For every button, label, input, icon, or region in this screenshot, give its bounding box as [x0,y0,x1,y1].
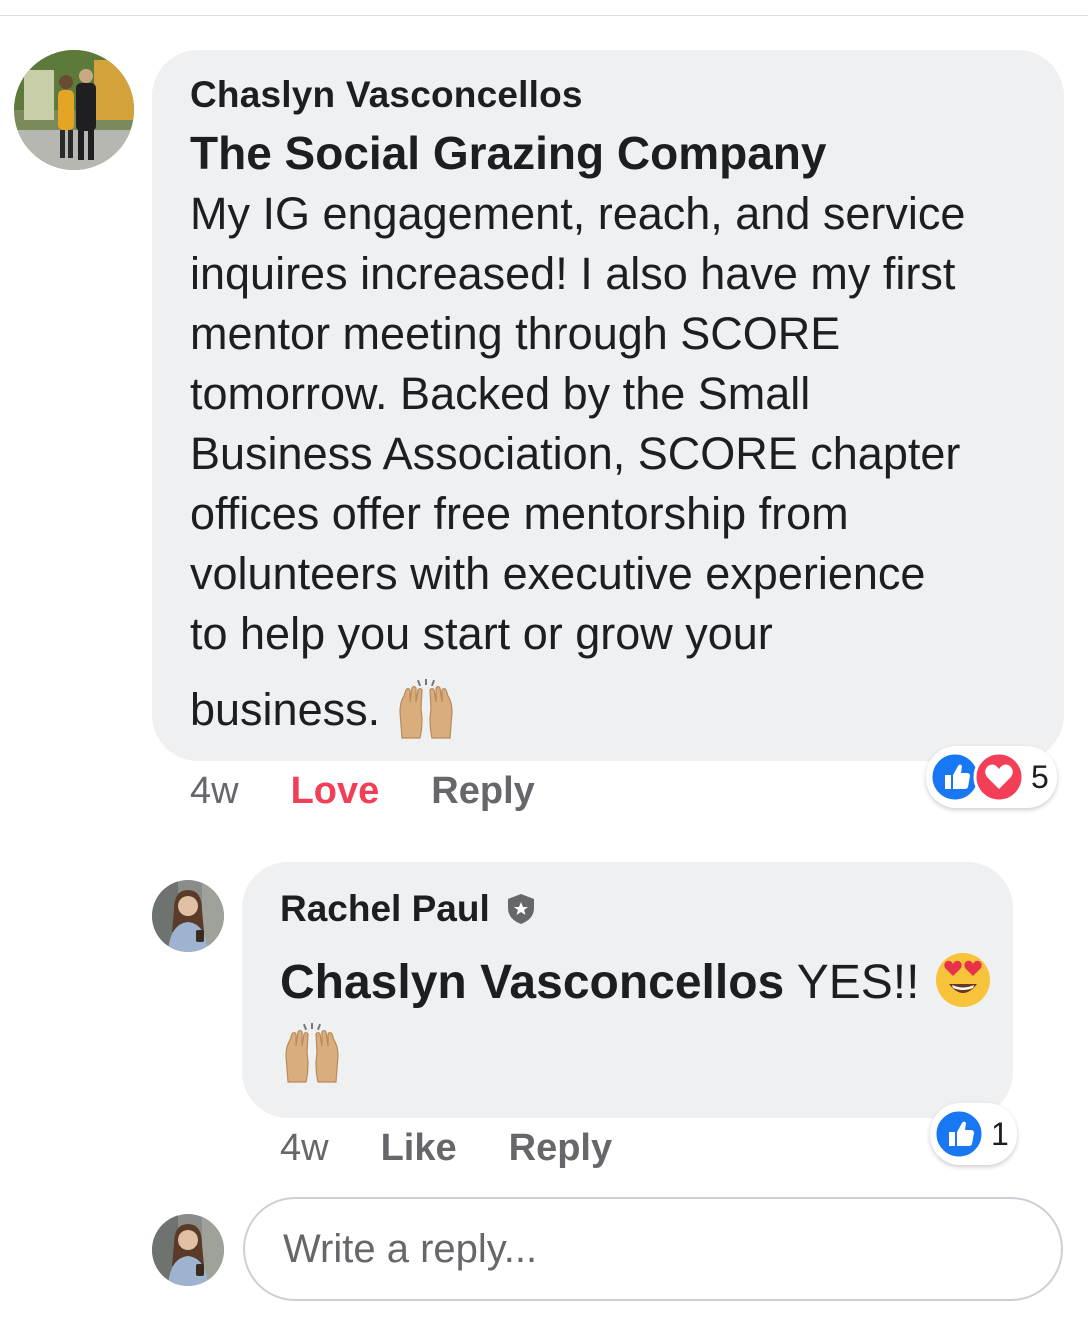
love-button[interactable]: Love [291,770,380,813]
reply-author-row: Rachel Paul [280,888,538,930]
comment-body: My IG engagement, reach, and service inq… [190,184,1050,742]
reply-button[interactable]: Reply [431,770,534,813]
reply-input[interactable] [281,1225,987,1273]
tagged-page[interactable]: The Social Grazing Company [190,126,826,180]
comment-line: mentor meeting through SCORE [190,308,841,359]
like-icon [933,1108,985,1160]
comment-line: volunteers with executive experience [190,548,926,599]
reaction-count: 5 [1031,758,1049,795]
comment-line: inquires increased! I also have my first [190,248,956,299]
comment-line: Business Association, SCORE chapter [190,428,961,479]
comment-line: offices offer free mentorship from [190,488,849,539]
reply-composer[interactable] [243,1197,1063,1301]
comment-line: tomorrow. Backed by the Small [190,368,811,419]
mention-link[interactable]: Chaslyn Vasconcellos [280,956,784,1009]
reply-time[interactable]: 4w [280,1127,329,1170]
top-divider [0,15,1088,16]
raising-hands-icon [280,1022,344,1086]
avatar-chaslyn[interactable] [14,50,134,170]
reply-author[interactable]: Rachel Paul [280,888,490,930]
heart-eyes-icon [933,950,993,1010]
comment-line: to help you start or grow your [190,608,773,659]
shield-star-icon [507,894,534,924]
comment-line: My IG engagement, reach, and service [190,188,966,239]
like-button[interactable]: Like [381,1127,457,1170]
comment-line: business. [190,684,381,735]
reply-button[interactable]: Reply [509,1127,612,1170]
reply-actions: 4w Like Reply [280,1127,612,1170]
reply-body: Chaslyn Vasconcellos YES!! [280,950,1000,1104]
reply-text: YES!! [784,956,920,1009]
avatar-rachel[interactable] [152,880,224,952]
comment-author[interactable]: Chaslyn Vasconcellos [190,74,583,116]
reaction-summary[interactable]: 5 [926,746,1057,808]
comment-time[interactable]: 4w [190,770,239,813]
raising-hands-icon [394,678,458,742]
reaction-count: 1 [991,1115,1009,1152]
reaction-summary[interactable]: 1 [930,1103,1017,1165]
avatar-current-user[interactable] [152,1214,224,1286]
comment-actions: 4w Love Reply [190,770,535,813]
heart-icon [973,751,1025,803]
